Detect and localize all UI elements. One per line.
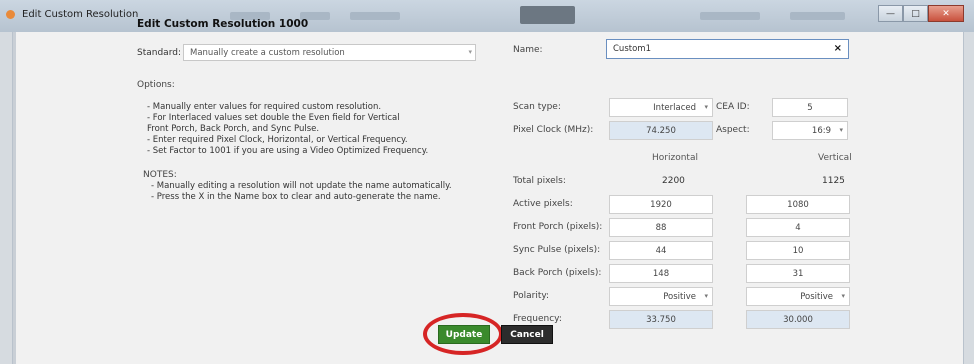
options-line: - Set Factor to 1001 if you are using a … <box>147 146 429 156</box>
back-porch-h: 148 <box>652 269 670 279</box>
polarity-label: Polarity: <box>513 291 550 301</box>
scan-type-value: Interlaced <box>653 103 696 113</box>
page-title: Edit Custom Resolution 1000 <box>137 18 309 30</box>
back-porch-h-field[interactable]: 148 <box>609 264 713 283</box>
standard-value: Manually create a custom resolution <box>190 48 345 58</box>
name-value: Custom1 <box>613 44 651 54</box>
notes-label: NOTES: <box>143 170 177 180</box>
frequency-label: Frequency: <box>513 314 562 324</box>
back-porch-v-field[interactable]: 31 <box>746 264 850 283</box>
frequency-h-field[interactable]: 33.750 <box>609 310 713 329</box>
polarity-h-select[interactable]: Positive ▾ <box>609 287 713 306</box>
aspect-value: 16:9 <box>811 126 831 136</box>
cea-field[interactable]: 5 <box>772 98 848 117</box>
options-line: - For Interlaced values set double the E… <box>147 113 400 123</box>
background-blur <box>350 12 400 20</box>
window-title: Edit Custom Resolution <box>22 9 139 20</box>
clear-name-icon[interactable]: × <box>834 43 842 54</box>
total-pixels-v: 1125 <box>822 176 845 186</box>
frequency-v: 30.000 <box>783 315 813 325</box>
sync-pulse-h: 44 <box>655 246 667 256</box>
sync-pulse-v: 10 <box>792 246 804 256</box>
total-pixels-label: Total pixels: <box>513 176 566 186</box>
scan-type-select[interactable]: Interlaced ▾ <box>609 98 713 117</box>
polarity-v: Positive <box>800 292 833 302</box>
name-input[interactable]: Custom1 × <box>606 39 849 59</box>
chevron-down-icon: ▾ <box>704 292 708 300</box>
notes-line: - Manually editing a resolution will not… <box>151 181 452 191</box>
background-blur <box>790 12 845 20</box>
front-porch-h-field[interactable]: 88 <box>609 218 713 237</box>
options-line: Front Porch, Back Porch, and Sync Pulse. <box>147 124 320 134</box>
active-pixels-h-field[interactable]: 1920 <box>609 195 713 214</box>
chevron-down-icon: ▾ <box>839 126 843 134</box>
active-pixels-h: 1920 <box>650 200 672 210</box>
chevron-down-icon: ▾ <box>841 292 845 300</box>
total-pixels-h: 2200 <box>662 176 685 186</box>
sync-pulse-v-field[interactable]: 10 <box>746 241 850 260</box>
vertical-header: Vertical <box>818 153 852 163</box>
options-line: - Manually enter values for required cus… <box>147 102 382 112</box>
horizontal-header: Horizontal <box>652 153 698 163</box>
active-pixels-v-field[interactable]: 1080 <box>746 195 850 214</box>
frequency-h: 33.750 <box>646 315 676 325</box>
name-label: Name: <box>513 45 543 55</box>
aspect-label: Aspect: <box>716 125 750 135</box>
minimize-icon[interactable]: — <box>878 5 903 22</box>
standard-select[interactable]: Manually create a custom resolution ▾ <box>183 44 476 61</box>
standard-label: Standard: <box>137 48 181 58</box>
options-line: - Enter required Pixel Clock, Horizontal… <box>147 135 408 145</box>
pixel-clock-value: 74.250 <box>646 126 676 136</box>
options-label: Options: <box>137 80 175 90</box>
close-icon[interactable]: ✕ <box>928 5 964 22</box>
front-porch-h: 88 <box>655 223 667 233</box>
cea-value: 5 <box>807 103 813 113</box>
polarity-h: Positive <box>663 292 696 302</box>
active-pixels-label: Active pixels: <box>513 199 573 209</box>
scan-type-label: Scan type: <box>513 102 561 112</box>
back-porch-v: 31 <box>792 269 804 279</box>
aspect-select[interactable]: 16:9 ▾ <box>772 121 848 140</box>
polarity-v-select[interactable]: Positive ▾ <box>746 287 850 306</box>
pixel-clock-label: Pixel Clock (MHz): <box>513 125 594 135</box>
active-pixels-v: 1080 <box>787 200 809 210</box>
chevron-down-icon: ▾ <box>704 103 708 111</box>
app-icon <box>6 10 15 19</box>
frequency-v-field[interactable]: 30.000 <box>746 310 850 329</box>
cea-label: CEA ID: <box>716 102 750 112</box>
maximize-icon[interactable]: □ <box>903 5 928 22</box>
chevron-down-icon: ▾ <box>468 48 472 56</box>
sync-pulse-h-field[interactable]: 44 <box>609 241 713 260</box>
left-edge <box>13 32 16 364</box>
front-porch-v-field[interactable]: 4 <box>746 218 850 237</box>
front-porch-label: Front Porch (pixels): <box>513 222 603 232</box>
update-button[interactable]: Update <box>438 325 490 344</box>
pixel-clock-field[interactable]: 74.250 <box>609 121 713 140</box>
back-porch-label: Back Porch (pixels): <box>513 268 602 278</box>
cancel-button[interactable]: Cancel <box>501 325 553 344</box>
notes-line: - Press the X in the Name box to clear a… <box>151 192 441 202</box>
front-porch-v: 4 <box>795 223 801 233</box>
window-controls: — □ ✕ <box>878 5 964 22</box>
background-blur <box>520 6 575 24</box>
sync-pulse-label: Sync Pulse (pixels): <box>513 245 601 255</box>
background-blur <box>700 12 760 20</box>
